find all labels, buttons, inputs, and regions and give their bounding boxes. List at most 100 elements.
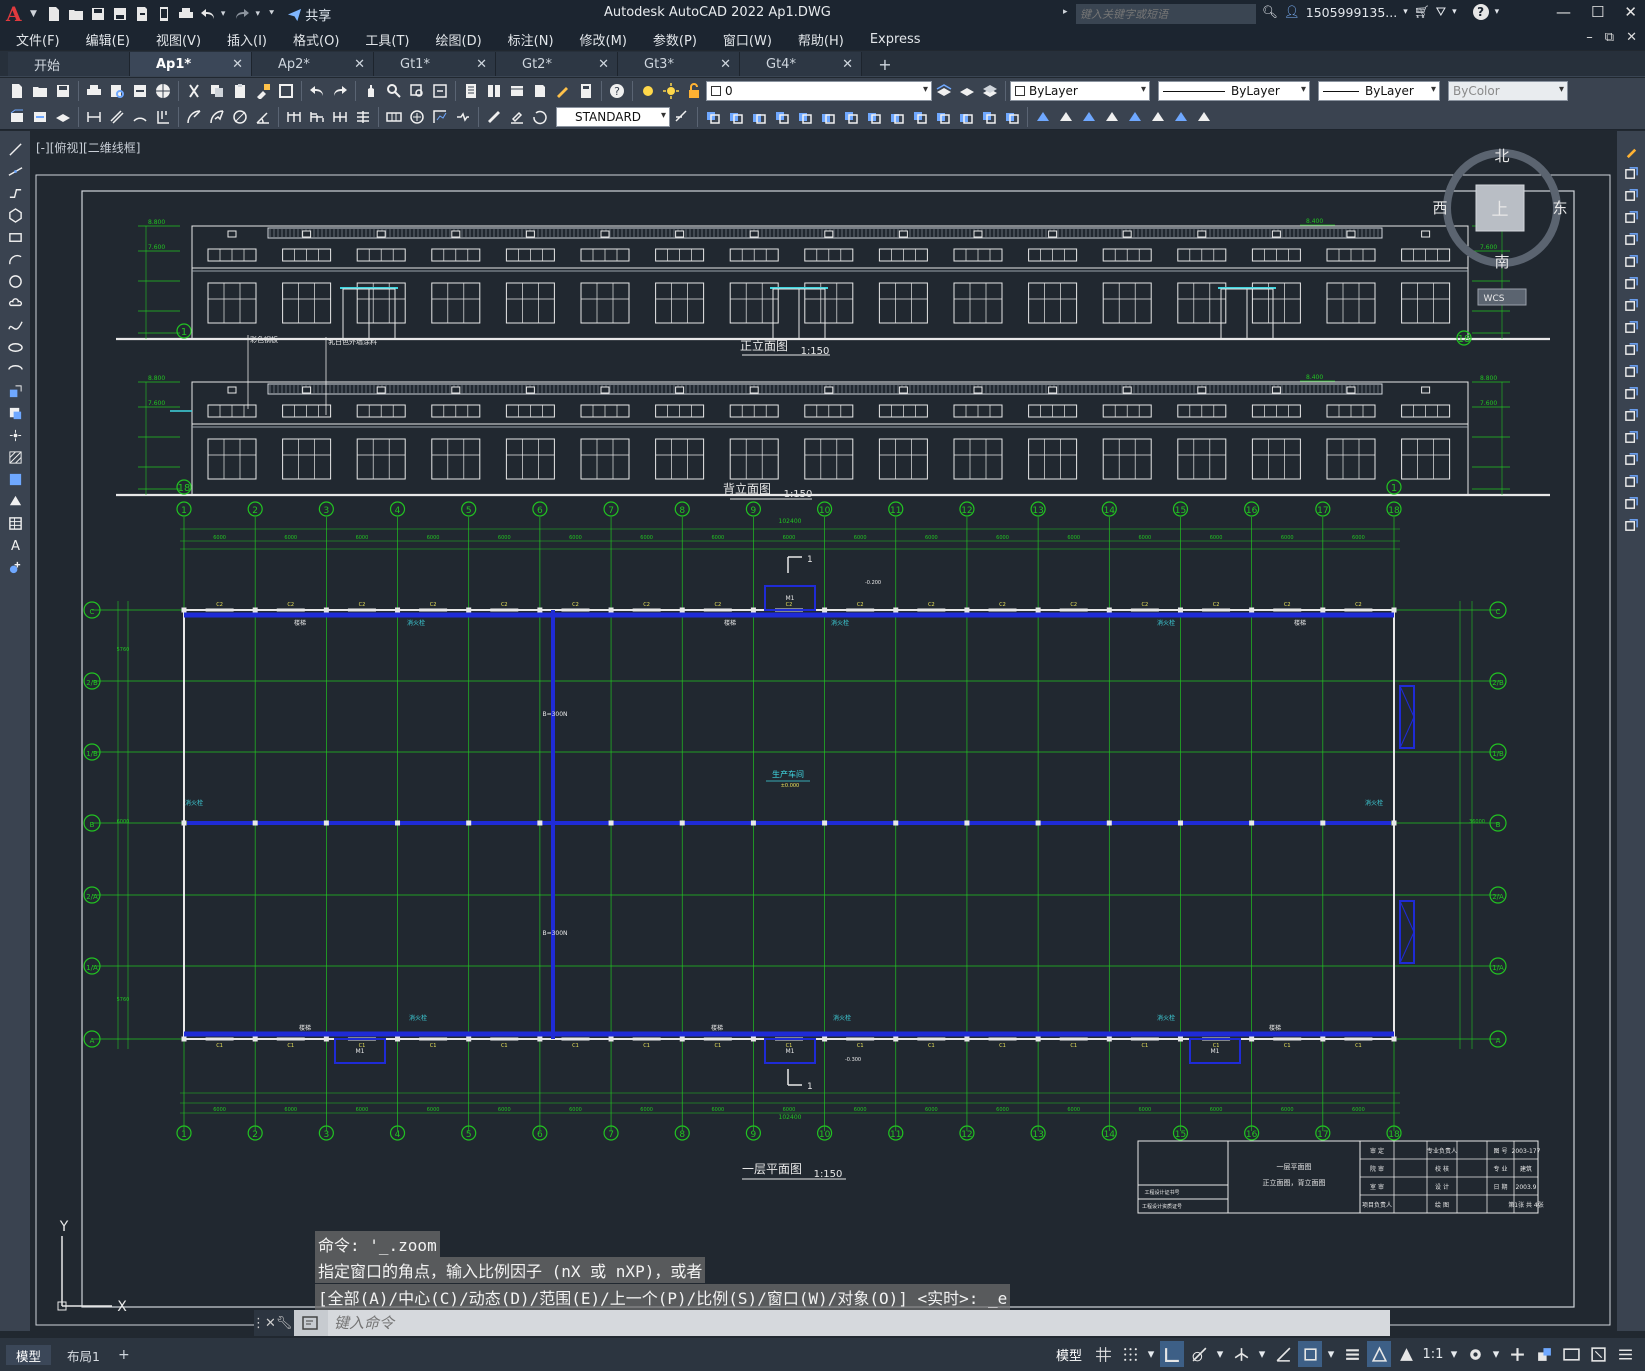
- extend-icon[interactable]: [909, 106, 931, 128]
- plotstyle-dropdown[interactable]: ByColor: [1448, 81, 1568, 101]
- trim-icon[interactable]: [1620, 339, 1642, 359]
- multiline-text-icon[interactable]: A: [4, 535, 26, 555]
- ellipse-icon[interactable]: [4, 337, 26, 357]
- join-icon[interactable]: [955, 106, 977, 128]
- gradient-icon[interactable]: [1101, 106, 1123, 128]
- quick-access-customize-icon[interactable]: ⯆: [268, 9, 275, 19]
- globe-icon[interactable]: [152, 80, 174, 102]
- layer-isolate-icon[interactable]: [6, 106, 28, 128]
- workspace-gear-icon[interactable]: [1463, 1341, 1487, 1367]
- break-at-point-icon[interactable]: [1620, 383, 1642, 403]
- cut-icon[interactable]: [183, 80, 205, 102]
- jogged-dimension-icon[interactable]: [206, 106, 228, 128]
- lineweight-icon[interactable]: [1340, 1341, 1364, 1367]
- model-space-toggle[interactable]: 模型: [1050, 1341, 1088, 1367]
- isodraft-dropdown-icon[interactable]: ▾: [1256, 1341, 1268, 1367]
- zoom-realtime-icon[interactable]: [383, 80, 405, 102]
- pan-icon[interactable]: [360, 80, 382, 102]
- offset-icon[interactable]: [748, 106, 770, 128]
- new-icon[interactable]: [6, 80, 28, 102]
- layout-tab-layout1[interactable]: 布局1: [57, 1345, 110, 1365]
- fillet-icon[interactable]: [1620, 471, 1642, 491]
- plot-icon[interactable]: [175, 4, 197, 24]
- point-icon[interactable]: [4, 425, 26, 445]
- rectangular-array-icon[interactable]: [1620, 229, 1642, 249]
- redo-icon[interactable]: [231, 4, 253, 24]
- stretch-icon[interactable]: [863, 106, 885, 128]
- hatch-icon[interactable]: [1078, 106, 1100, 128]
- redo-dropdown-icon[interactable]: ▾: [255, 9, 260, 19]
- menu-item[interactable]: Express: [870, 32, 921, 47]
- annotation-visibility-icon[interactable]: [1367, 1341, 1391, 1367]
- calculator-icon[interactable]: [575, 80, 597, 102]
- doc-tab[interactable]: 开始: [8, 52, 130, 76]
- autocad-logo[interactable]: A: [6, 3, 28, 25]
- revision-cloud-icon[interactable]: [4, 293, 26, 313]
- dimension-update-icon[interactable]: [529, 106, 551, 128]
- inspection-icon[interactable]: [429, 106, 451, 128]
- polar-tracking-icon[interactable]: [1187, 1341, 1211, 1367]
- doc-tab[interactable]: Gt3* ✕: [618, 52, 740, 76]
- snap-dropdown-icon[interactable]: ▾: [1145, 1341, 1157, 1367]
- insert-block-icon[interactable]: [4, 381, 26, 401]
- offset-icon[interactable]: [1620, 207, 1642, 227]
- plot-icon[interactable]: [83, 80, 105, 102]
- mdi-minimize-icon[interactable]: –: [1586, 30, 1593, 45]
- command-line-grip-icon[interactable]: ⋮✕: [252, 1310, 276, 1336]
- explode-icon[interactable]: [1620, 515, 1642, 535]
- tolerance-icon[interactable]: [383, 106, 405, 128]
- continue-dimension-icon[interactable]: [329, 106, 351, 128]
- auto-scale-icon[interactable]: [1394, 1341, 1418, 1367]
- markup-icon[interactable]: [552, 80, 574, 102]
- minimize-icon[interactable]: —: [1556, 3, 1571, 21]
- menu-item[interactable]: 帮助(H): [798, 30, 844, 49]
- object-snap-tracking-icon[interactable]: [1271, 1341, 1295, 1367]
- sheet-set-icon[interactable]: [529, 80, 551, 102]
- multiline-text-icon[interactable]: [1147, 106, 1169, 128]
- menu-item[interactable]: 插入(I): [227, 30, 267, 49]
- undo-dropdown-icon[interactable]: ▾: [221, 9, 226, 19]
- doc-tab[interactable]: Ap1* ✕: [130, 52, 252, 76]
- doc-tab[interactable]: Gt2* ✕: [496, 52, 618, 76]
- doc-tab[interactable]: Gt1* ✕: [374, 52, 496, 76]
- mdi-restore-icon[interactable]: ⧉: [1605, 30, 1614, 45]
- ellipse-arc-icon[interactable]: [4, 359, 26, 379]
- color-dropdown[interactable]: ByLayer: [1010, 81, 1150, 101]
- lock-icon[interactable]: [683, 80, 705, 102]
- dimension-space-icon[interactable]: [352, 106, 374, 128]
- copy-icon[interactable]: [1620, 163, 1642, 183]
- menu-item[interactable]: 工具(T): [365, 30, 409, 49]
- paste-icon[interactable]: [229, 80, 251, 102]
- annotation-scale-label[interactable]: 1:1: [1421, 1341, 1445, 1367]
- chamfer-icon[interactable]: [978, 106, 1000, 128]
- redo-icon[interactable]: [329, 80, 351, 102]
- zoom-previous-icon[interactable]: [429, 80, 451, 102]
- construction-line-icon[interactable]: [4, 161, 26, 181]
- spline-icon[interactable]: [4, 315, 26, 335]
- menu-item[interactable]: 视图(V): [156, 30, 201, 49]
- dimension-text-edit-icon[interactable]: [506, 106, 528, 128]
- add-layout-icon[interactable]: +: [118, 1347, 130, 1363]
- workspace-dropdown-icon[interactable]: ▾: [1490, 1341, 1502, 1367]
- menu-item[interactable]: 窗口(W): [723, 30, 772, 49]
- menu-item[interactable]: 文件(F): [16, 30, 60, 49]
- autodesk-a360-icon[interactable]: ⛛: [1436, 4, 1447, 20]
- plot-preview-icon[interactable]: [106, 80, 128, 102]
- user-icon[interactable]: 👤︎: [1284, 4, 1300, 20]
- rotate-icon[interactable]: [817, 106, 839, 128]
- annotation-scale-dropdown-icon[interactable]: ▾: [1448, 1341, 1460, 1367]
- layer-dropdown[interactable]: 0: [706, 81, 932, 101]
- menu-item[interactable]: 绘图(D): [436, 30, 482, 49]
- command-input[interactable]: [328, 1310, 1390, 1336]
- menu-item[interactable]: 标注(N): [508, 30, 554, 49]
- break-icon[interactable]: [1620, 405, 1642, 425]
- ordinate-dimension-icon[interactable]: [152, 106, 174, 128]
- share-button[interactable]: 共享: [287, 5, 331, 24]
- help-icon[interactable]: ?: [606, 80, 628, 102]
- publish-icon[interactable]: [131, 4, 153, 24]
- save-as-icon[interactable]: [109, 4, 131, 24]
- menu-item[interactable]: 修改(M): [580, 30, 627, 49]
- layer-previous-icon[interactable]: [956, 80, 978, 102]
- help-icon[interactable]: ?: [1472, 4, 1489, 20]
- arc-length-icon[interactable]: [129, 106, 151, 128]
